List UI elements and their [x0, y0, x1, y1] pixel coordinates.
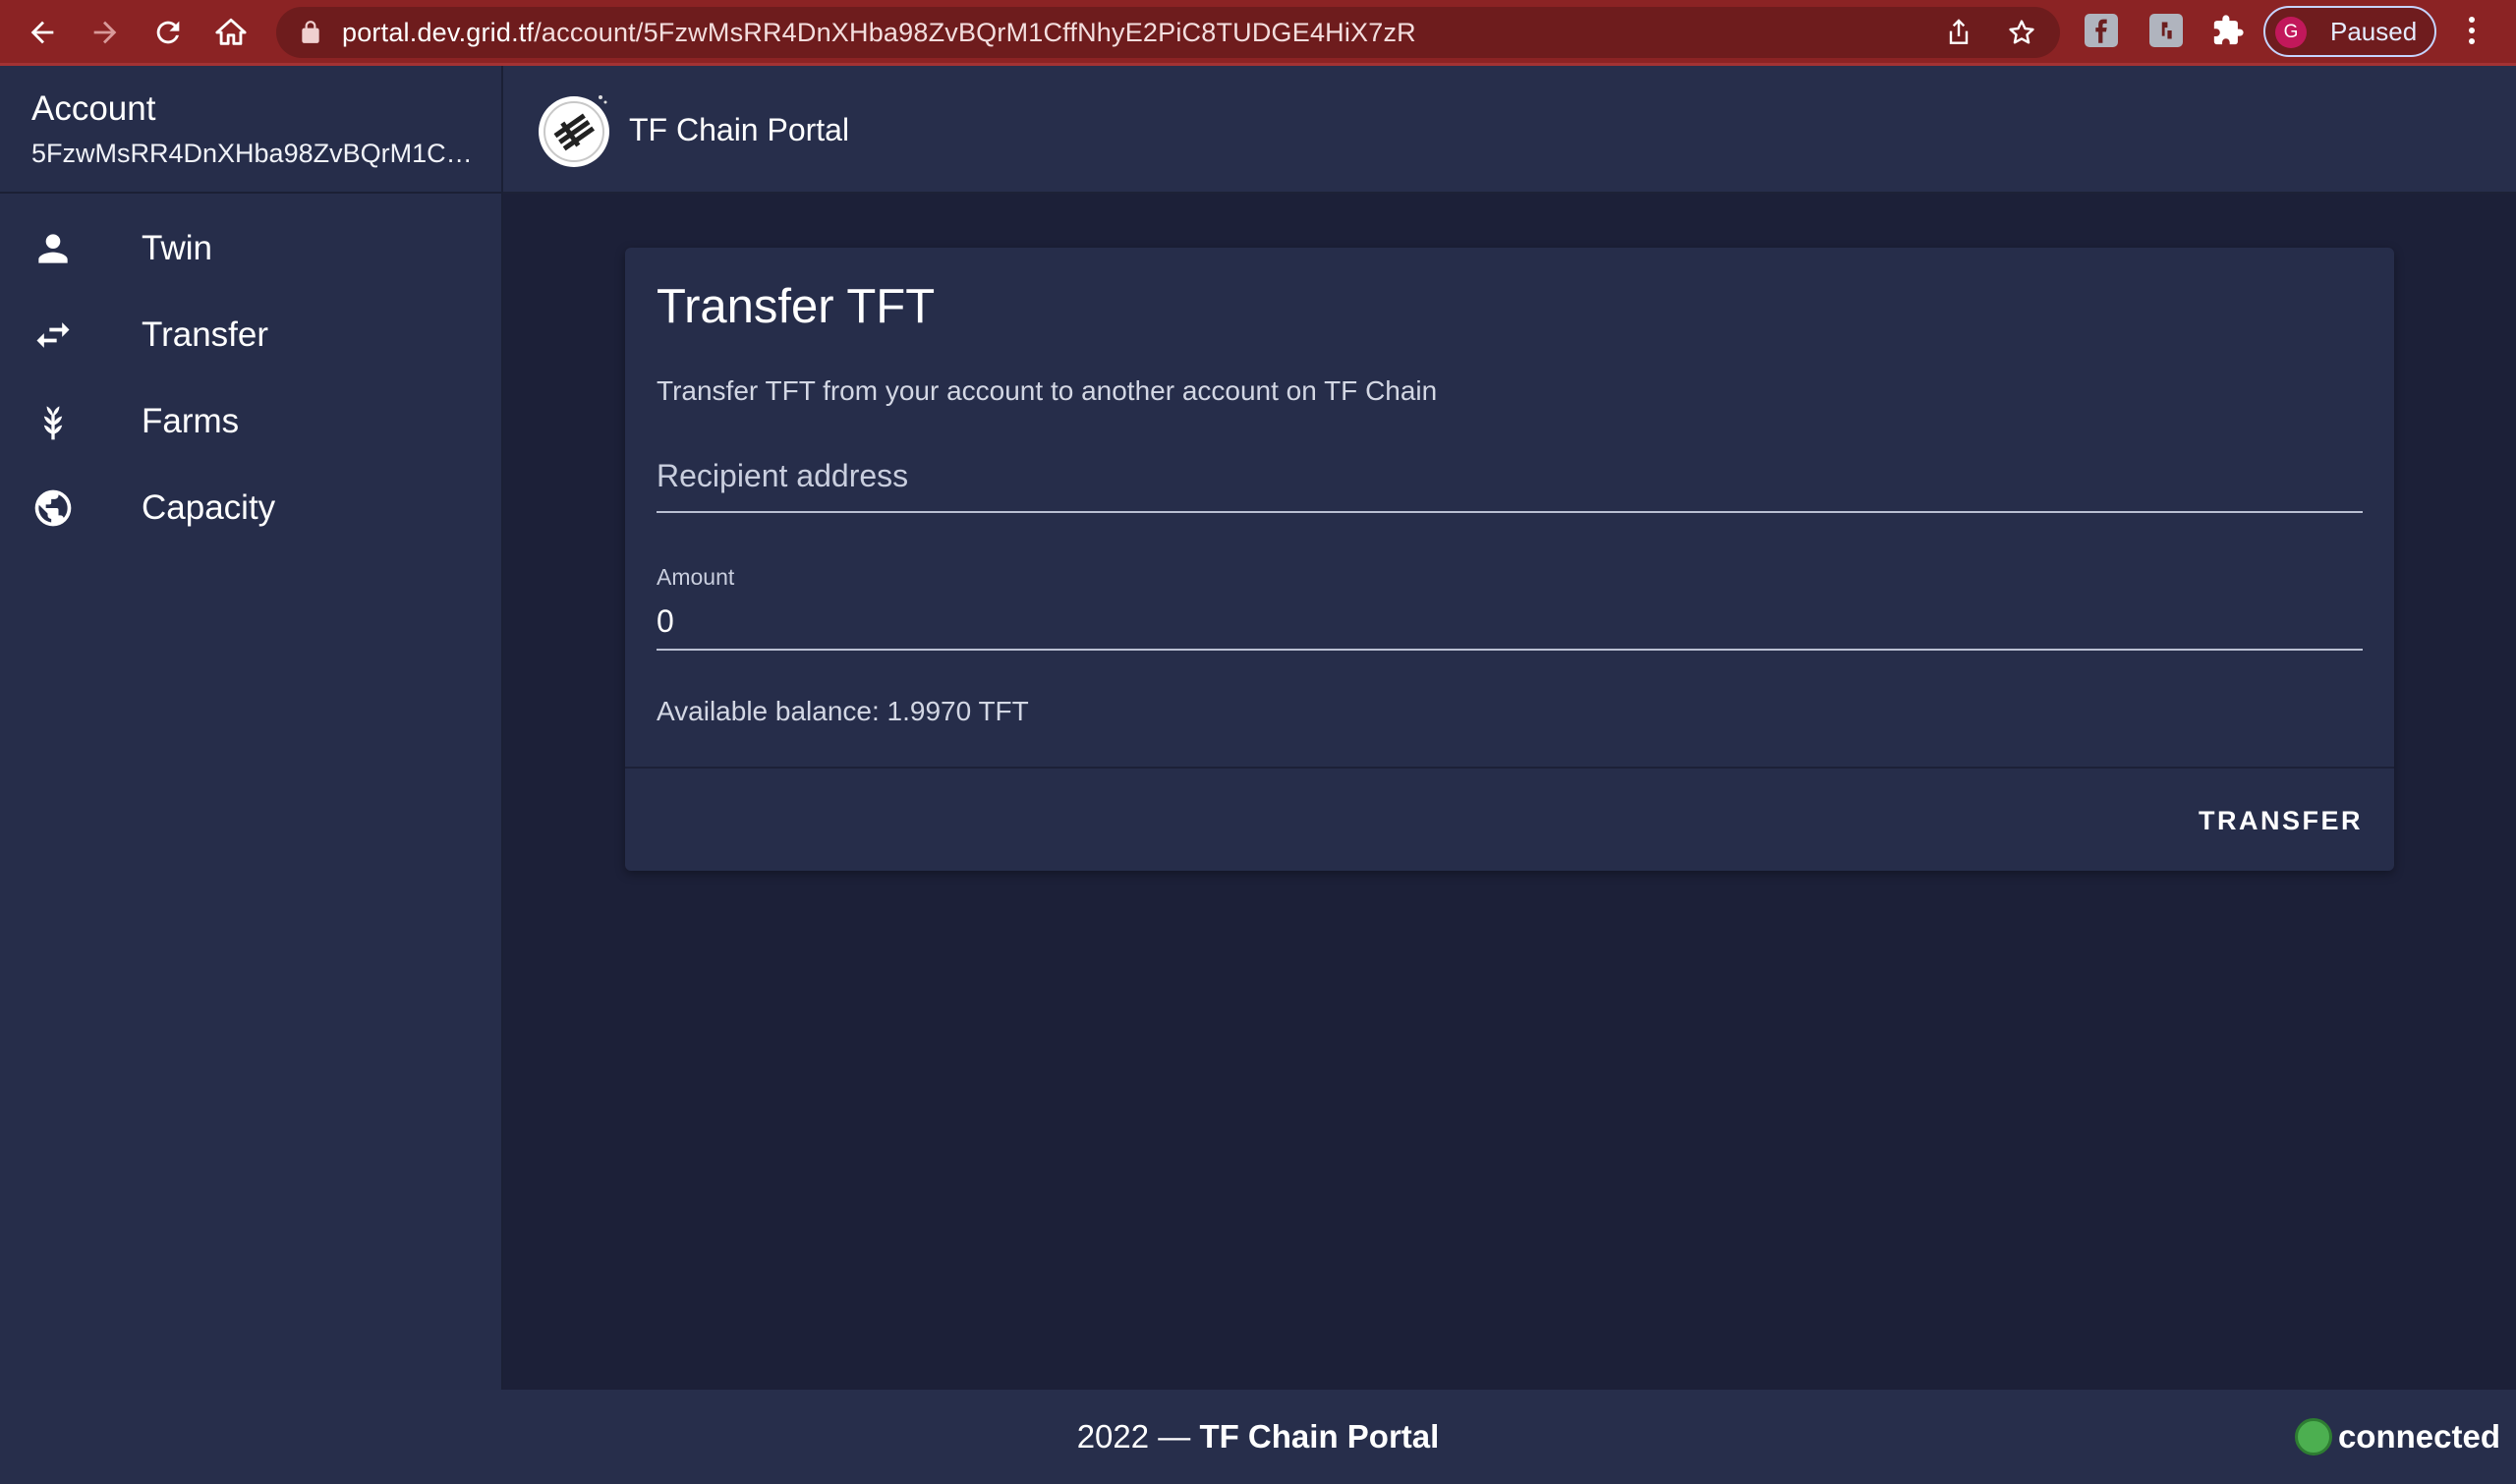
sidebar: Account 5FzwMsRR4DnXHba98ZvBQrM1CffNhyE2… [0, 66, 503, 1390]
reload-button[interactable] [145, 10, 191, 55]
sidebar-item-capacity[interactable]: Capacity [0, 465, 501, 551]
profile-avatar: G [2275, 17, 2307, 48]
account-header: Account 5FzwMsRR4DnXHba98ZvBQrM1CffNhyE2… [0, 66, 501, 194]
account-title: Account [31, 89, 156, 128]
swap-arrows-icon [36, 322, 70, 348]
amount-label: Amount [657, 564, 735, 590]
puzzle-badge-icon [2161, 22, 2172, 39]
amount-field[interactable]: Amount 0 [657, 564, 2363, 651]
arrow-right-icon [93, 21, 117, 44]
share-icon[interactable] [1943, 17, 1974, 48]
footer-brand: TF Chain Portal [1199, 1418, 1440, 1455]
app-title: TF Chain Portal [629, 112, 850, 147]
status-text: connected [2337, 1418, 2500, 1455]
reload-icon [156, 21, 180, 44]
card-title: Transfer TFT [657, 280, 936, 333]
url-text: portal.dev.grid.tf/account/5FzwMsRR4DnXH… [342, 7, 1416, 58]
forward-button[interactable] [83, 10, 128, 55]
sidebar-item-twin[interactable]: Twin [0, 205, 501, 292]
address-bar[interactable]: portal.dev.grid.tf/account/5FzwMsRR4DnXH… [276, 7, 2060, 58]
amount-value[interactable]: 0 [657, 603, 2363, 640]
footer-text: 2022 — TF Chain Portal [0, 1390, 2516, 1484]
footer-year: 2022 — [1076, 1418, 1200, 1455]
footer: 2022 — TF Chain Portal connected [0, 1390, 2516, 1484]
recipient-placeholder: Recipient address [657, 458, 909, 493]
extensions-button[interactable] [2211, 14, 2245, 47]
sidebar-item-label: Transfer [142, 315, 269, 354]
back-button[interactable] [20, 10, 65, 55]
sidebar-item-label: Capacity [142, 488, 276, 527]
status-dot-icon [2294, 1418, 2332, 1455]
home-button[interactable] [208, 10, 254, 55]
sidebar-item-label: Farms [142, 402, 240, 440]
facebook-icon [2095, 19, 2107, 43]
account-address: 5FzwMsRR4DnXHba98ZvBQrM1CffNhyE2PiC8TUDG… [31, 139, 474, 168]
facebook-extension-icon[interactable] [2085, 14, 2118, 47]
transfer-button[interactable]: TRANSFER [2199, 786, 2363, 855]
wheat-icon [43, 406, 63, 440]
person-icon [38, 234, 68, 263]
available-balance: Available balance: 1.9970 TFT [657, 696, 1029, 726]
puzzle-icon [2213, 15, 2244, 45]
profile-status: Paused [2330, 17, 2418, 46]
url-host: portal.dev.grid.tf [342, 18, 535, 47]
extension-icon-2[interactable] [2149, 14, 2183, 47]
globe-icon [34, 489, 72, 527]
sidebar-item-transfer[interactable]: Transfer [0, 292, 501, 378]
star-icon[interactable] [2006, 17, 2037, 48]
card-subtitle: Transfer TFT from your account to anothe… [657, 375, 1438, 406]
lock-icon [302, 21, 319, 43]
home-icon [215, 18, 247, 45]
sidebar-item-farms[interactable]: Farms [0, 378, 501, 465]
connection-status: connected [2294, 1390, 2500, 1484]
transfer-card: Transfer TFT Transfer TFT from your acco… [625, 248, 2394, 871]
sidebar-item-label: Twin [142, 229, 212, 267]
browser-toolbar: portal.dev.grid.tf/account/5FzwMsRR4DnXH… [0, 0, 2516, 66]
card-divider [625, 767, 2394, 769]
profile-button[interactable]: G Paused [2263, 6, 2436, 57]
tf-logo-icon [539, 95, 609, 167]
menu-kebab-icon[interactable] [2457, 12, 2487, 51]
url-path: /account/5FzwMsRR4DnXHba98ZvBQrM1CffNhyE… [534, 18, 1416, 47]
arrow-left-icon [30, 21, 54, 44]
app-bar: TF Chain Portal [503, 66, 2516, 194]
recipient-address-field[interactable]: Recipient address [657, 444, 2363, 513]
